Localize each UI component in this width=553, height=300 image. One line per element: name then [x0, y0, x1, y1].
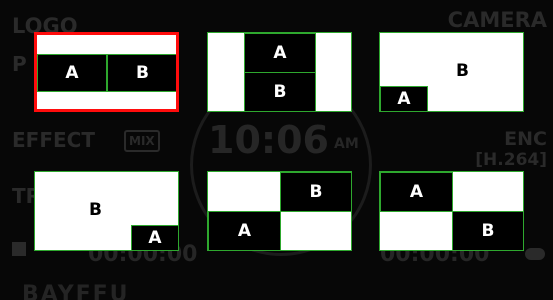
source-a-block: A	[380, 172, 453, 212]
source-a-label: A	[65, 63, 79, 83]
source-a-block: A	[244, 33, 316, 73]
source-b-label: B	[481, 221, 495, 241]
layout-option-pip-a-bottom-left[interactable]: B A	[379, 32, 524, 112]
bg-bottom-label: BAYFFU	[22, 282, 130, 300]
source-a-label: A	[237, 221, 252, 241]
layout-option-side-by-side[interactable]: A B	[34, 32, 179, 112]
source-b-label: B	[309, 182, 323, 202]
layout-option-diagonal-b-top-right[interactable]: B A	[207, 171, 352, 251]
source-b-label: B	[136, 63, 149, 83]
layout-selection-screen: LOGO CAMERA P EFFECT MIX 10:06 AM ENC [H…	[0, 0, 553, 300]
bg-clock-time: 10:06	[208, 118, 329, 162]
source-b-label: B	[273, 82, 287, 102]
source-a-block: A	[131, 225, 178, 250]
bg-mix-badge: MIX	[124, 130, 160, 152]
source-b-label: B	[456, 61, 469, 81]
source-b-block: B	[280, 172, 351, 212]
bg-effect-label: EFFECT	[12, 128, 95, 152]
bg-codec-label: [H.264]	[475, 150, 547, 170]
source-a-label: A	[148, 228, 162, 248]
bg-clock-ampm: AM	[334, 136, 359, 152]
source-a-label: A	[273, 43, 287, 63]
source-b-block: B	[452, 211, 523, 250]
layout-option-pip-a-bottom-right[interactable]: B A	[34, 171, 179, 251]
bg-enc-label: ENC	[504, 128, 547, 150]
source-a-block: A	[380, 86, 428, 111]
source-a-block: A	[37, 54, 107, 92]
source-b-block: B	[244, 72, 316, 111]
source-a-label: A	[397, 89, 411, 109]
source-a-block: A	[208, 211, 281, 250]
source-b-label: B	[89, 200, 102, 220]
source-b-block: B	[107, 54, 176, 92]
bg-camera-label: CAMERA	[447, 8, 547, 32]
bg-p-label: P	[12, 52, 27, 76]
bg-play-icon	[12, 242, 26, 256]
source-a-label: A	[409, 182, 424, 202]
layout-option-diagonal-a-top-left[interactable]: A B	[379, 171, 524, 251]
layout-option-top-bottom[interactable]: A B	[207, 32, 352, 112]
bg-cloud-icon	[525, 248, 545, 260]
